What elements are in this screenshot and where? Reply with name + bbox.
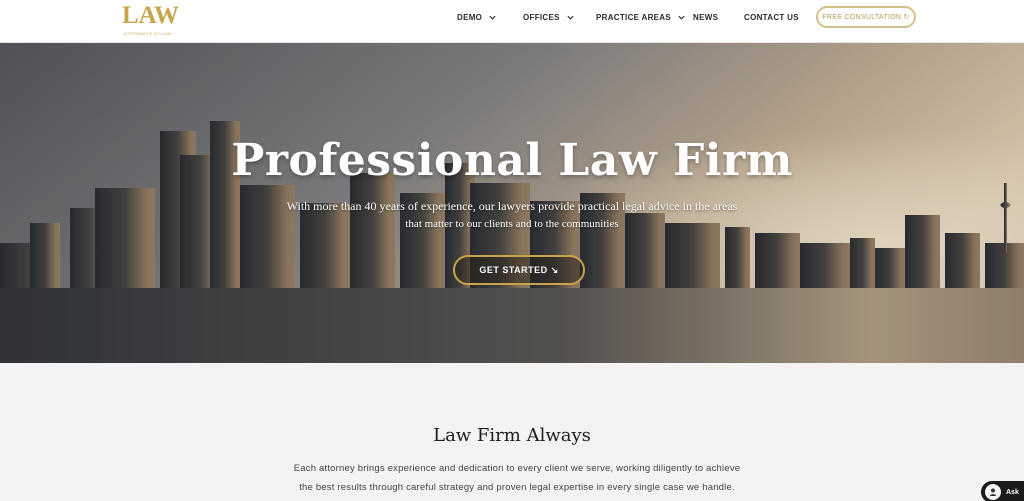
section-title: Law Firm Always bbox=[433, 425, 591, 446]
logo-text: LAW bbox=[122, 2, 179, 29]
nav-item-label: CONTACT US bbox=[744, 13, 799, 22]
site-header: LAW ATTORNEYS AT LAW DEMO OFFICES PRACTI… bbox=[0, 0, 1024, 43]
nav-item-label: NEWS bbox=[693, 13, 719, 22]
nav-item-label: PRACTICE AREAS bbox=[596, 13, 672, 22]
nav-item-practice-areas[interactable]: PRACTICE AREAS bbox=[596, 13, 686, 22]
chevron-down-icon bbox=[567, 15, 574, 20]
free-consultation-button[interactable]: FREE CONSULTATION ↻ bbox=[816, 6, 916, 28]
nav-item-offices[interactable]: OFFICES bbox=[523, 13, 575, 22]
about-section: Law Firm Always Each attorney brings exp… bbox=[0, 363, 1024, 501]
nav-item-news[interactable]: NEWS bbox=[693, 13, 718, 22]
hero-subtitle-line-2: that matter to our clients and to the co… bbox=[405, 218, 619, 230]
hero-title: Professional Law Firm bbox=[231, 135, 793, 186]
logo[interactable]: LAW ATTORNEYS AT LAW bbox=[122, 2, 194, 38]
nav-item-contact-us[interactable]: CONTACT US bbox=[744, 13, 799, 22]
chat-avatar-icon bbox=[985, 484, 1001, 500]
chat-label: Ask bbox=[1006, 488, 1019, 496]
chat-widget[interactable]: Ask bbox=[981, 481, 1024, 501]
hero-section: Professional Law Firm With more than 40 … bbox=[0, 43, 1024, 363]
section-text-line-1: Each attorney brings experience and dedi… bbox=[293, 463, 741, 474]
get-started-button[interactable]: GET STARTED ↘ bbox=[453, 255, 585, 285]
logo-tagline: ATTORNEYS AT LAW bbox=[124, 31, 172, 36]
section-text-line-2: the best results through careful strateg… bbox=[299, 482, 735, 493]
hero-subtitle-line-1: With more than 40 years of experience, o… bbox=[286, 199, 738, 213]
chevron-down-icon bbox=[678, 15, 685, 20]
nav-item-demo[interactable]: DEMO bbox=[457, 13, 497, 22]
nav-item-label: DEMO bbox=[457, 13, 483, 22]
nav-item-label: OFFICES bbox=[523, 13, 560, 22]
chevron-down-icon bbox=[489, 15, 496, 20]
